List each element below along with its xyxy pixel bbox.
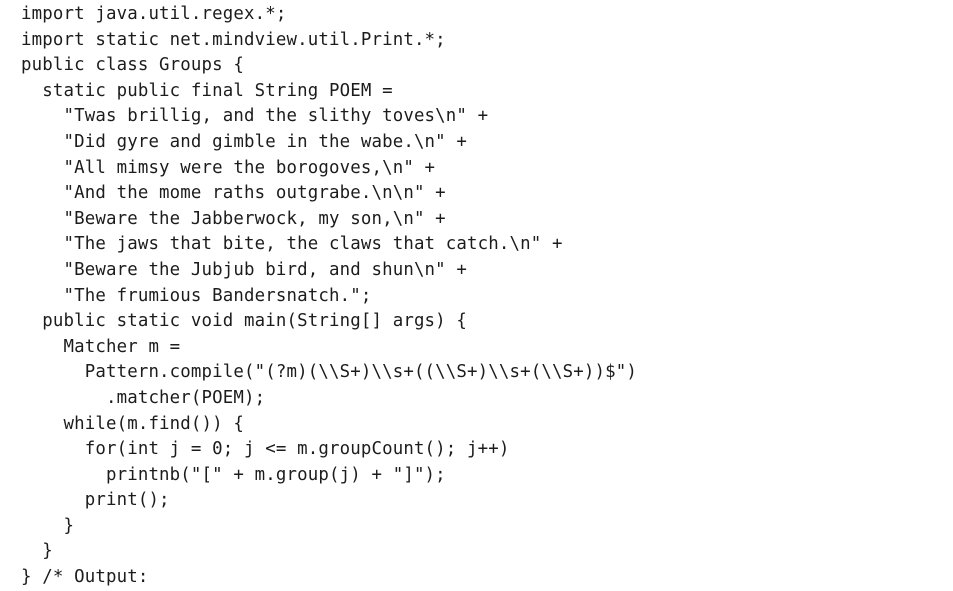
code-line: "Beware the Jubjub bird, and shun\n" +	[21, 259, 468, 280]
code-line: "The frumious Bandersnatch.";	[21, 285, 372, 306]
code-line: } /* Output:	[21, 567, 149, 588]
code-line: }	[21, 541, 53, 562]
code-line: import java.util.regex.*;	[21, 4, 287, 24]
code-line: "Beware the Jabberwock, my son,\n" +	[21, 208, 446, 229]
code-line: Pattern.compile("(?m)(\\S+)\\s+((\\S+)\\…	[21, 362, 637, 383]
code-line: import static net.mindview.util.Print.*;	[21, 29, 446, 50]
code-line: public class Groups {	[21, 55, 245, 76]
code-line: Matcher m =	[21, 336, 181, 357]
code-line: while(m.find()) {	[21, 413, 245, 434]
code-line: for(int j = 0; j <= m.groupCount(); j++)	[21, 439, 510, 460]
code-line: }	[21, 515, 75, 536]
code-line: printnb("[" + m.group(j) + "]");	[21, 464, 446, 485]
code-listing: import java.util.regex.*; import static …	[21, 2, 637, 591]
code-line: static public final String POEM =	[21, 80, 393, 101]
code-line: "Did gyre and gimble in the wabe.\n" +	[21, 131, 468, 152]
code-line: "The jaws that bite, the claws that catc…	[21, 234, 563, 255]
code-line: "All mimsy were the borogoves,\n" +	[21, 157, 436, 178]
code-line: .matcher(POEM);	[21, 387, 266, 408]
code-line: print();	[21, 490, 170, 511]
code-line: public static void main(String[] args) {	[21, 311, 468, 332]
code-line: "Twas brillig, and the slithy toves\n" +	[21, 106, 489, 127]
code-line: "And the mome raths outgrabe.\n\n" +	[21, 183, 446, 204]
code-page: import java.util.regex.*; import static …	[0, 0, 953, 588]
